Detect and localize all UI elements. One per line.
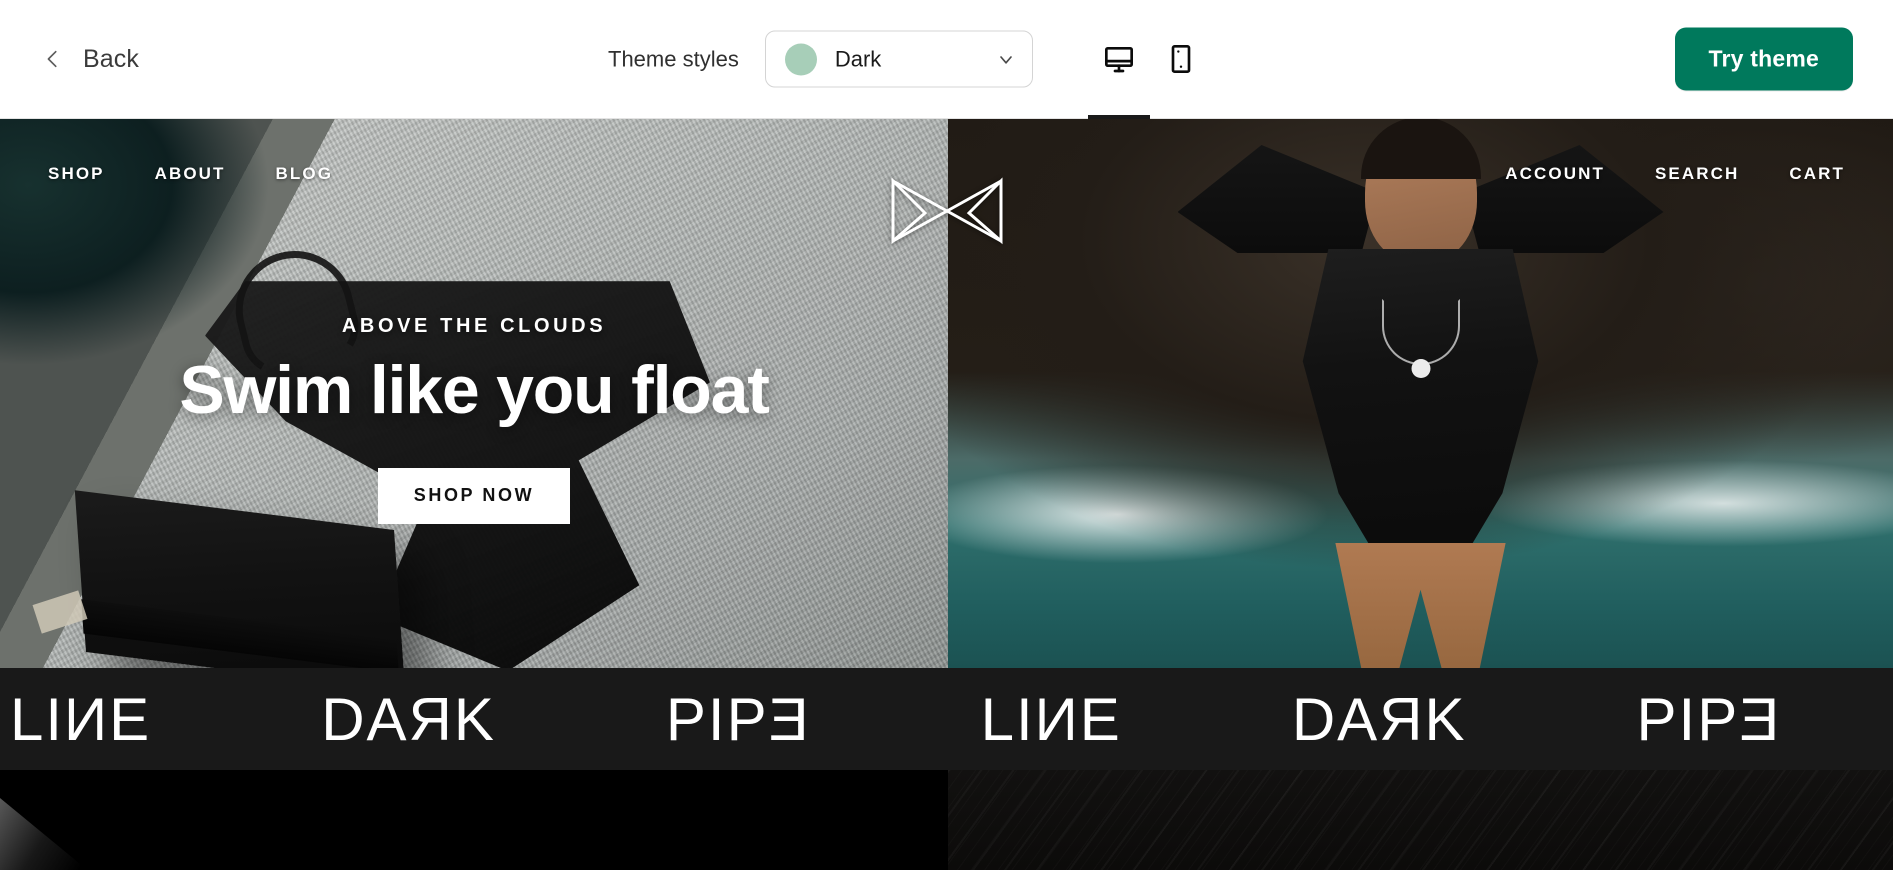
marquee-word: PIPƎ	[1636, 685, 1782, 753]
marquee-word: LIИE	[10, 685, 152, 753]
desktop-monitor-icon	[1103, 43, 1135, 75]
next-section-right-image	[948, 770, 1893, 870]
back-label: Back	[83, 44, 139, 73]
editor-topbar: Back Theme styles Dark Try theme	[0, 0, 1893, 119]
next-section-preview	[0, 770, 1893, 870]
back-button[interactable]: Back	[42, 45, 139, 74]
try-theme-button[interactable]: Try theme	[1674, 27, 1853, 91]
marquee-word: DAЯK	[1291, 685, 1467, 753]
marquee-word: LIИE	[980, 685, 1122, 753]
chevron-down-icon	[996, 49, 1016, 69]
storefront-nav: SHOP ABOUT BLOG ACCOUNT SEARCH CART	[0, 119, 1893, 229]
marquee-word: PIPƎ	[665, 685, 811, 753]
desktop-preview-tab[interactable]	[1088, 0, 1150, 119]
nav-link-about[interactable]: ABOUT	[155, 164, 226, 184]
device-preview-toggles	[1088, 0, 1212, 119]
chevron-left-icon	[42, 48, 64, 70]
theme-style-select[interactable]: Dark	[764, 30, 1033, 88]
marquee-track: LIИE DAЯK PIPƎ LIИE DAЯK PIPƎ	[0, 685, 1781, 754]
brand-marquee: LIИE DAЯK PIPƎ LIИE DAЯK PIPƎ	[0, 668, 1893, 770]
nav-link-cart[interactable]: CART	[1789, 164, 1845, 184]
storefront-nav-right: ACCOUNT SEARCH CART	[1505, 164, 1845, 184]
model-legs	[1335, 543, 1506, 668]
theme-color-swatch	[784, 43, 817, 75]
nav-link-search[interactable]: SEARCH	[1655, 164, 1739, 184]
theme-styles-label: Theme styles	[608, 46, 739, 71]
nav-link-shop[interactable]: SHOP	[48, 164, 105, 184]
mobile-preview-tab[interactable]	[1150, 0, 1212, 118]
nav-link-blog[interactable]: BLOG	[276, 164, 334, 184]
storefront-nav-left: SHOP ABOUT BLOG	[48, 164, 333, 184]
theme-preview-frame: SHOP ABOUT BLOG ACCOUNT SEARCH CART ABOV…	[0, 119, 1893, 870]
theme-styles-group: Theme styles Dark	[608, 30, 1033, 88]
shop-now-button[interactable]: SHOP NOW	[377, 467, 571, 524]
next-section-left-panel	[0, 770, 948, 870]
mobile-phone-icon	[1165, 43, 1197, 75]
marquee-word: DAЯK	[321, 685, 496, 753]
theme-style-value: Dark	[834, 46, 882, 71]
model-pendant	[1411, 359, 1430, 378]
nav-link-account[interactable]: ACCOUNT	[1505, 164, 1605, 184]
storefront-hero: SHOP ABOUT BLOG ACCOUNT SEARCH CART ABOV…	[0, 119, 1893, 668]
